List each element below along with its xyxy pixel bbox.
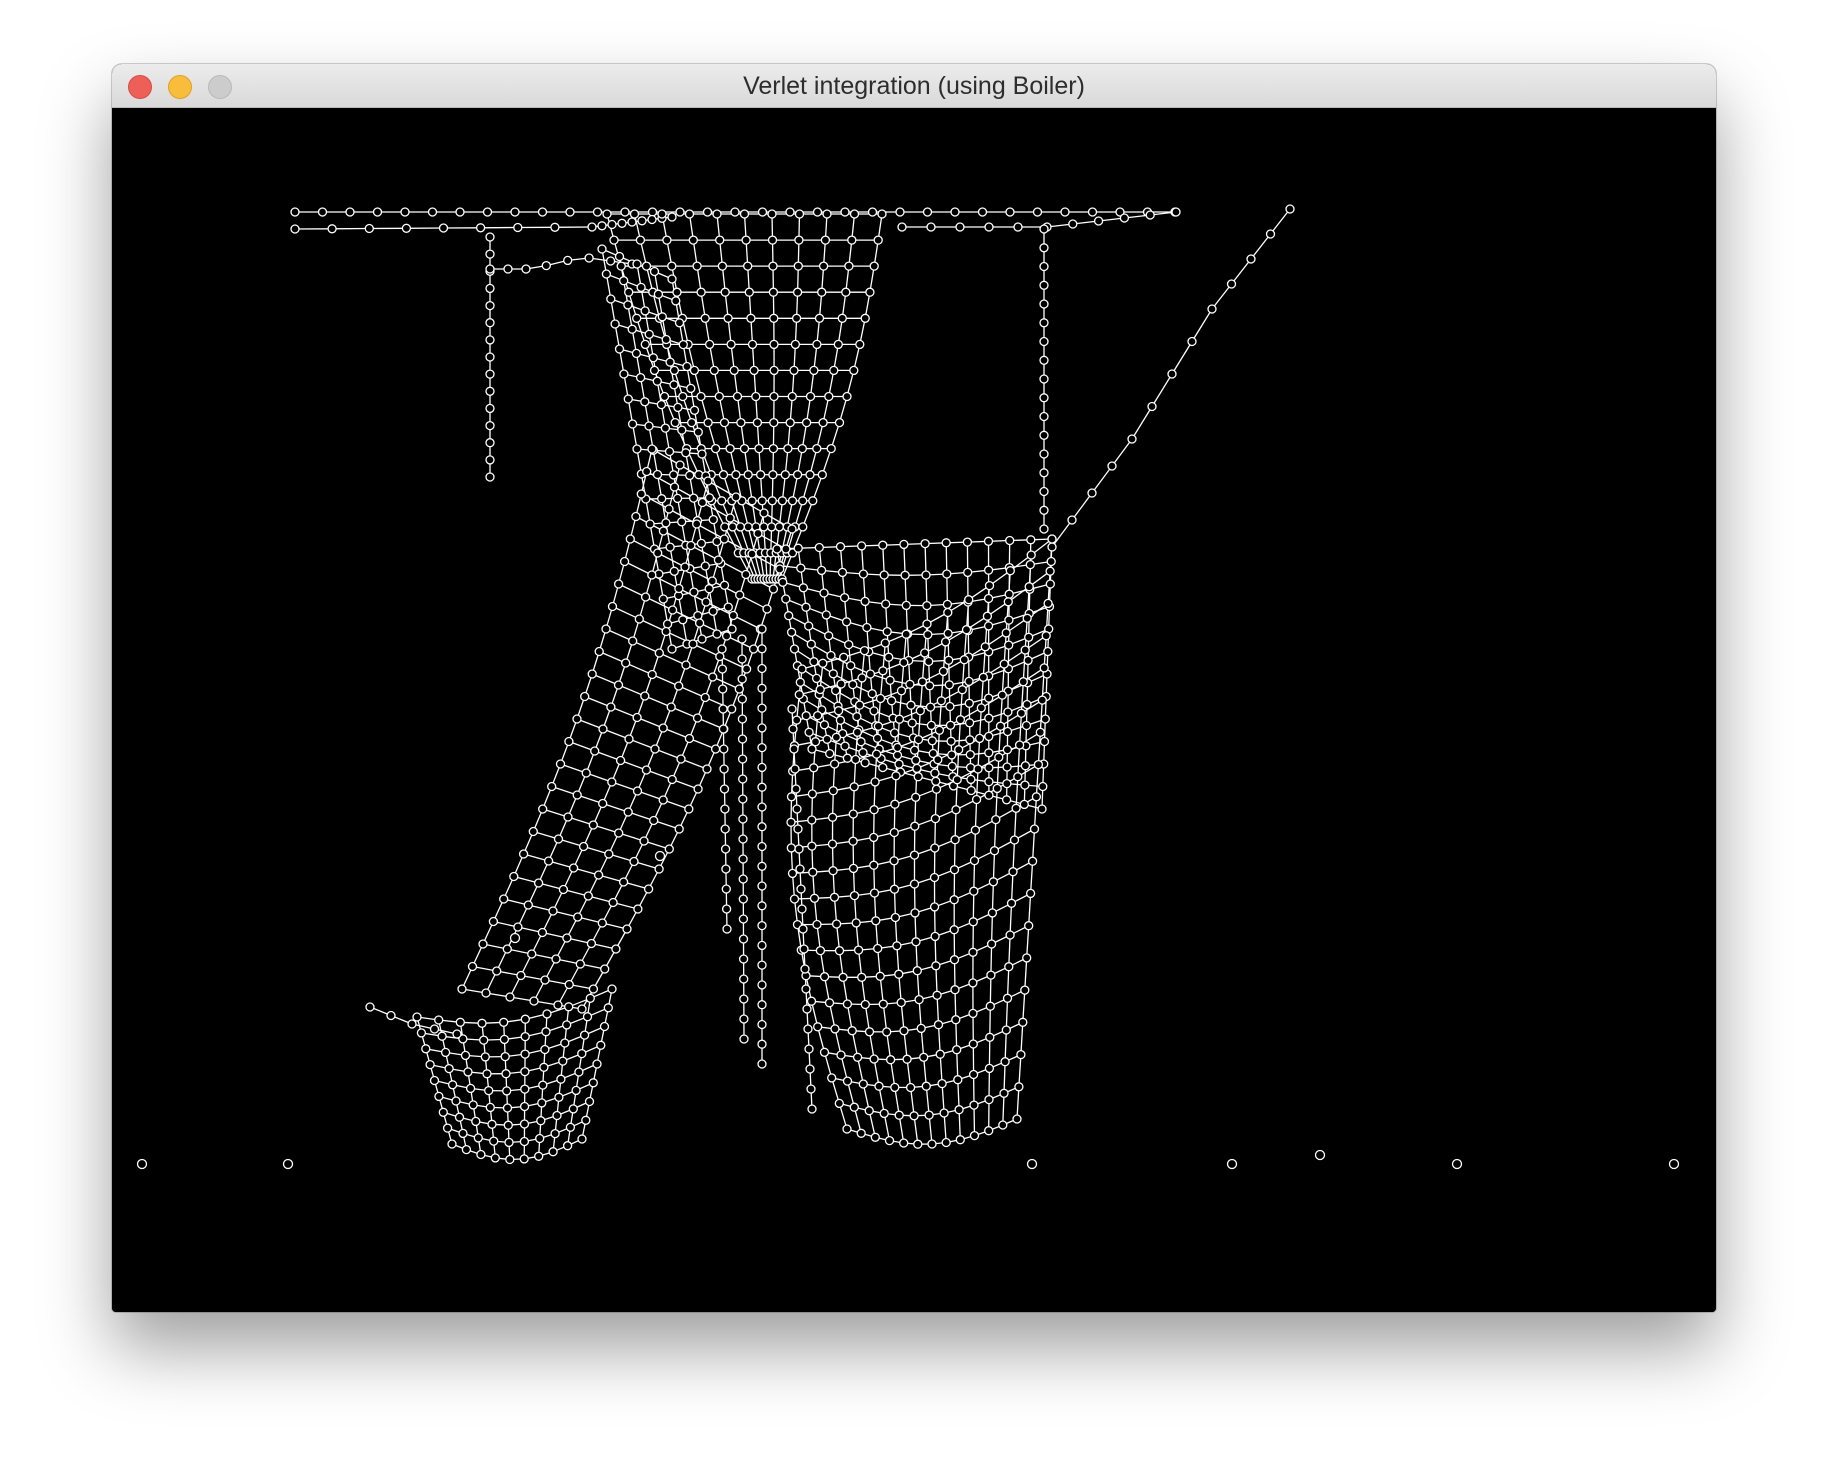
verlet-simulation-drawing [136, 204, 1680, 1170]
desktop: Verlet integration (using Boiler) [0, 0, 1824, 1468]
simulation-canvas[interactable] [112, 109, 1716, 1312]
particle-points [136, 204, 1680, 1170]
window-title: Verlet integration (using Boiler) [743, 72, 1085, 100]
app-window: Verlet integration (using Boiler) [112, 64, 1716, 1312]
title-bar[interactable]: Verlet integration (using Boiler) [112, 64, 1716, 108]
constraint-lines [294, 208, 1291, 1161]
